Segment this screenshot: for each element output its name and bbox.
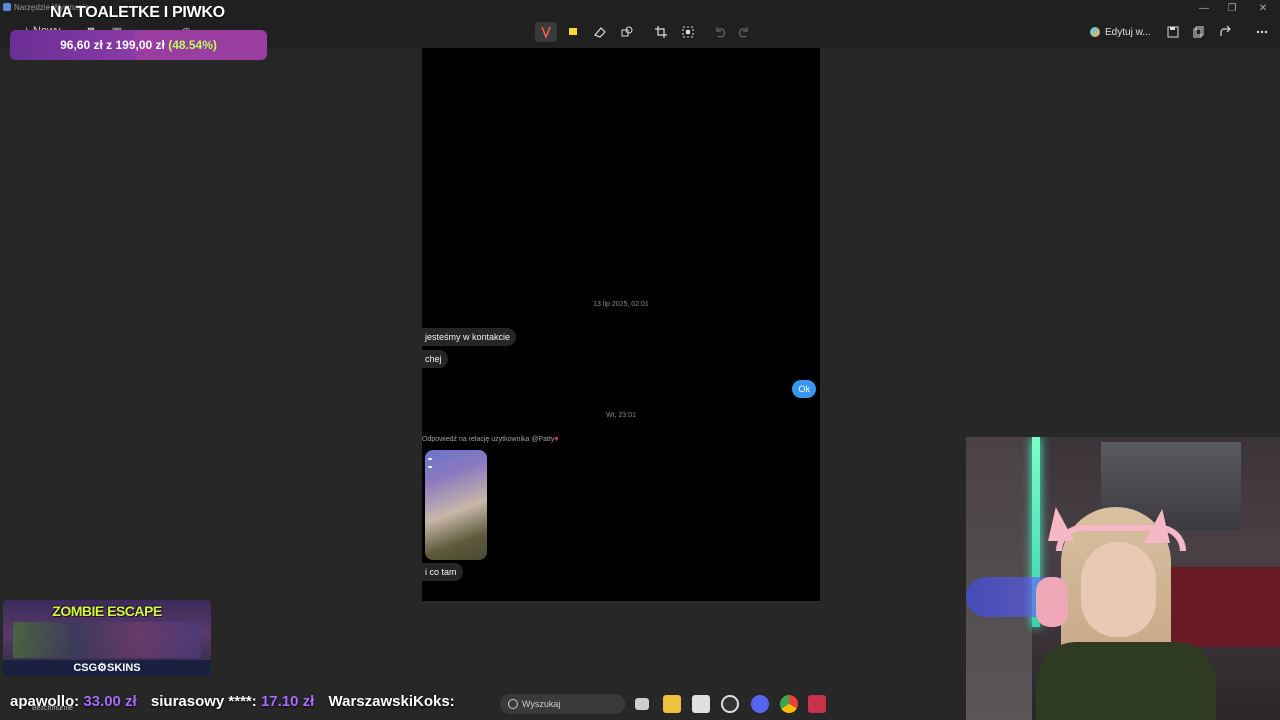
message-incoming: jesteśmy w kontakcie — [422, 328, 517, 346]
close-icon[interactable]: ✕ — [1255, 3, 1271, 15]
taskbar: Wyszukaj — [480, 690, 830, 718]
snipping-tool-icon[interactable] — [808, 695, 826, 713]
webcam-streamer-body — [1036, 642, 1216, 720]
copy-icon[interactable] — [1188, 22, 1210, 42]
message-incoming: chej — [422, 350, 448, 368]
goal-progress-bar: 96,60 zł z 199,00 zł (48.54%) — [10, 30, 267, 60]
message-incoming: i co tam — [422, 563, 463, 581]
promo-banner: ZOMBIE ESCAPE CSG⚙SKINS — [3, 600, 211, 676]
crop-icon[interactable] — [650, 22, 672, 42]
shapes-icon[interactable] — [616, 22, 638, 42]
redo-icon[interactable] — [733, 22, 755, 42]
webcam-streamer-face — [1081, 542, 1156, 637]
save-icon[interactable] — [1162, 22, 1184, 42]
undo-icon[interactable] — [709, 22, 731, 42]
minimize-icon[interactable]: — — [1196, 3, 1212, 15]
store-icon[interactable] — [692, 695, 710, 713]
share-icon[interactable] — [1215, 22, 1237, 42]
goal-progress-text: 96,60 zł z 199,00 zł (48.54%) — [60, 38, 217, 52]
story-reply-note: Odpowiedź na relację użytkownika @Patty♥ — [422, 436, 559, 443]
story-tag — [428, 458, 432, 460]
task-view-icon[interactable] — [635, 698, 649, 710]
ticker-entry: WarszawskiKoks: — [328, 693, 455, 710]
app-icon — [3, 3, 11, 11]
goal-title: NA TOALETKE I PIWKO — [50, 4, 225, 21]
story-thumbnail[interactable] — [425, 450, 487, 560]
headset-earcup — [1036, 577, 1068, 627]
heart-icon: ♥ — [554, 436, 559, 443]
chrome-icon[interactable] — [780, 695, 798, 713]
snip-canvas: 13 lip 2025, 02:01 jesteśmy w kontakcie … — [422, 48, 820, 603]
eraser-icon[interactable] — [589, 22, 611, 42]
highlighter-icon[interactable] — [562, 22, 584, 42]
discord-icon[interactable] — [751, 695, 769, 713]
story-tag — [428, 466, 432, 468]
ticker-entry: siurasowy ****: 17.10 zł — [150, 693, 315, 710]
steam-icon[interactable] — [721, 695, 739, 713]
more-icon[interactable] — [1251, 22, 1273, 42]
paint-icon — [1090, 27, 1100, 37]
text-actions-icon[interactable] — [677, 22, 699, 42]
ballpoint-pen-icon[interactable] — [535, 22, 557, 42]
search-icon — [508, 699, 518, 709]
donation-ticker: apawollo: 33.00 zł siurasowy ****: 17.10… — [0, 688, 500, 716]
file-explorer-icon[interactable] — [663, 695, 681, 713]
webcam-feed — [966, 437, 1280, 720]
edit-in-button[interactable]: Edytuj w... — [1090, 22, 1151, 42]
cat-ear-left — [1048, 507, 1074, 541]
taskbar-search[interactable]: Wyszukaj — [500, 694, 625, 714]
promo-brand: CSG⚙SKINS — [3, 660, 211, 676]
chat-timestamp: Wt, 23:01 — [606, 412, 636, 419]
weather-label: Bezchmurnie — [32, 705, 73, 712]
promo-title: ZOMBIE ESCAPE — [52, 603, 162, 619]
ticker-entry: apawollo: 33.00 zł — [10, 693, 137, 710]
composer-edge — [422, 601, 820, 603]
restore-icon[interactable]: ❐ — [1224, 3, 1240, 15]
chat-timestamp: 13 lip 2025, 02:01 — [593, 301, 649, 308]
promo-artwork — [13, 622, 201, 658]
message-outgoing: Ok — [792, 380, 816, 398]
